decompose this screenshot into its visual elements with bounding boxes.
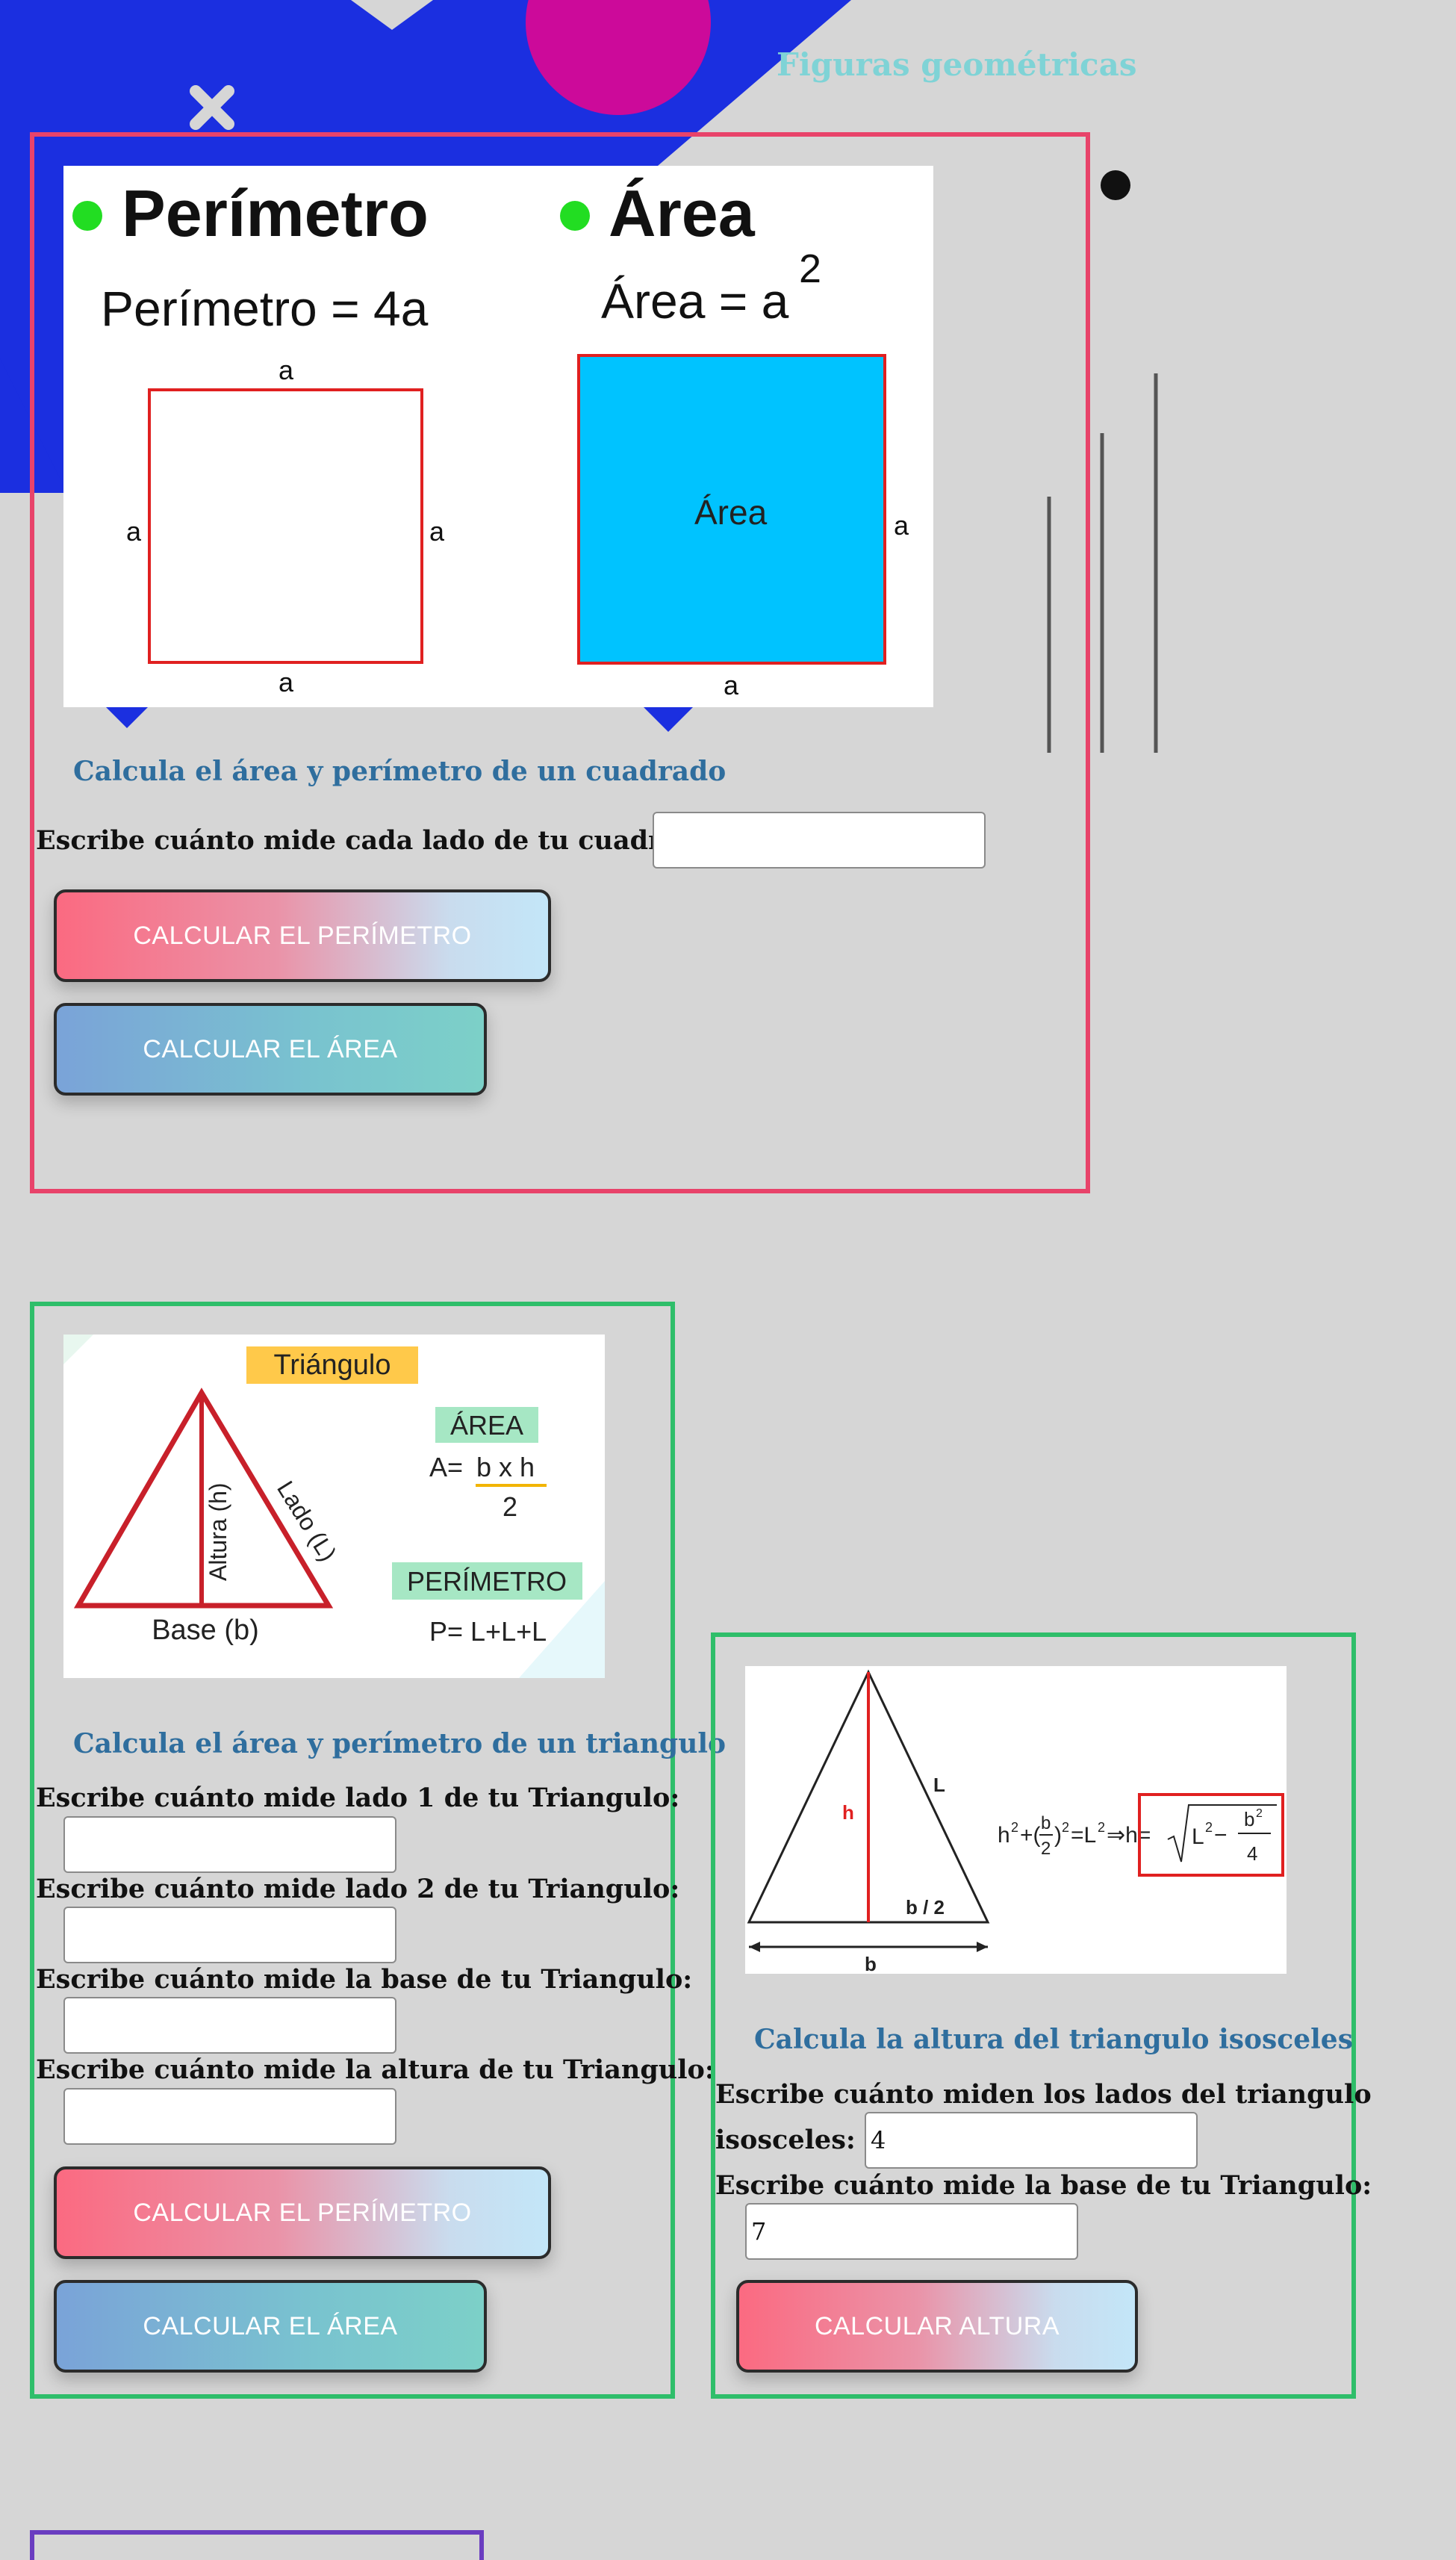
isosceles-calculate-height-button[interactable]: CALCULAR ALTURA — [736, 2280, 1138, 2373]
svg-text:L: L — [1192, 1824, 1204, 1849]
isosceles-section-heading: Calcula la altura del triangulo isoscele… — [754, 2024, 1353, 2055]
isosceles-base-input[interactable] — [745, 2203, 1078, 2260]
perimeter-heading: Perímetro — [122, 176, 429, 250]
isosceles-diagram: h L b / 2 b h 2 +( b 2 ) 2 =L 2 ⇒h= L 2 … — [747, 1669, 1284, 1974]
triangle-height-label: Escribe cuánto mide la altura de tu Tria… — [36, 2054, 715, 2085]
isosceles-l-label: L — [933, 1774, 945, 1796]
area-heading: Área — [609, 176, 756, 250]
page-title: Figuras geométricas — [777, 46, 1137, 83]
svg-text:h: h — [998, 1823, 1010, 1848]
triangle-calculate-perimeter-button[interactable]: CALCULAR EL PERÍMETRO — [54, 2166, 551, 2259]
triangle-base-label: Escribe cuánto mide la base de tu Triang… — [36, 1964, 693, 1995]
decor-corner-shape — [63, 1335, 93, 1364]
square-calculate-perimeter-button[interactable]: CALCULAR EL PERÍMETRO — [54, 889, 551, 982]
triangle-section-heading: Calcula el área y perímetro de un triang… — [73, 1728, 727, 1759]
black-dot-shape — [1101, 170, 1130, 200]
square-side-label: Escribe cuánto mide cada lado de tu cuad… — [36, 825, 724, 856]
area-formula: Área = a — [601, 273, 789, 329]
isosceles-half-base-label: b / 2 — [906, 1896, 945, 1919]
pythagoras-formula: h 2 +( b 2 ) 2 =L 2 ⇒h= — [998, 1813, 1151, 1859]
perimeter-tag-label: PERÍMETRO — [407, 1566, 567, 1597]
svg-text:2: 2 — [1256, 1807, 1263, 1820]
square-side-input[interactable] — [653, 812, 986, 869]
area-formula-denominator: 2 — [503, 1491, 517, 1522]
svg-text:2: 2 — [1011, 1820, 1018, 1835]
triangle-base-input[interactable] — [63, 1997, 396, 2054]
perimeter-square-shape — [148, 388, 423, 664]
isosceles-sides-label: Escribe cuánto miden los lados del trian… — [715, 2079, 1372, 2110]
arrow-left-icon — [749, 1942, 760, 1952]
triangle-base-label: Base (b) — [152, 1615, 259, 1646]
area-tag-label: ÁREA — [450, 1410, 523, 1441]
square-formula-image: Perímetro Área Perímetro = 4a Área = a 2… — [63, 166, 933, 707]
triangle-side2-label: Escribe cuánto mide lado 2 de tu Triangu… — [36, 1874, 680, 1904]
triangle-diagram: Triángulo Altura (h) Lado (L) Base (b) Á… — [63, 1335, 605, 1678]
triangle-height-input[interactable] — [63, 2088, 396, 2145]
svg-text:⇒h=: ⇒h= — [1107, 1823, 1151, 1848]
isosceles-base-label: Escribe cuánto mide la base de tu Triang… — [715, 2170, 1372, 2201]
area-formula-numerator: b x h — [476, 1452, 535, 1482]
cross-icon — [190, 85, 234, 130]
triangle-formula-image: Triángulo Altura (h) Lado (L) Base (b) Á… — [63, 1335, 605, 1678]
area-box-label: Área — [694, 493, 768, 532]
arrow-right-icon — [977, 1942, 988, 1952]
perimeter-formula: P= L+L+L — [429, 1616, 547, 1647]
side-label-bottom: a — [724, 670, 739, 700]
triangle-title: Triángulo — [273, 1349, 391, 1381]
side-label-right: a — [429, 516, 445, 547]
isosceles-base-label: b — [865, 1953, 877, 1974]
isosceles-h-label: h — [842, 1801, 854, 1824]
next-card — [30, 2530, 484, 2560]
side-label-left: a — [126, 516, 142, 547]
svg-text:2: 2 — [1041, 1839, 1051, 1859]
svg-text:−: − — [1214, 1823, 1228, 1848]
svg-text:2: 2 — [1062, 1820, 1069, 1835]
area-exponent: 2 — [799, 246, 821, 291]
green-bullet-icon — [560, 201, 590, 231]
isosceles-sides-input[interactable] — [865, 2112, 1198, 2169]
green-bullet-icon — [72, 201, 102, 231]
svg-text:b: b — [1041, 1813, 1051, 1833]
isosceles-sides-label-cont: isosceles: — [715, 2125, 856, 2155]
square-section-heading: Calcula el área y perímetro de un cuadra… — [73, 756, 727, 787]
svg-text:): ) — [1054, 1823, 1062, 1848]
magenta-circle-shape — [526, 0, 711, 115]
isosceles-formula-image: h L b / 2 b h 2 +( b 2 ) 2 =L 2 ⇒h= L 2 … — [745, 1666, 1287, 1974]
svg-text:=L: =L — [1071, 1823, 1096, 1848]
svg-text:2: 2 — [1098, 1820, 1105, 1835]
triangle-side1-input[interactable] — [63, 1816, 396, 1873]
triangle-altura-label: Altura (h) — [205, 1482, 231, 1581]
root-formula: L 2 − b 2 4 — [1167, 1804, 1277, 1865]
square-diagram: Perímetro Área Perímetro = 4a Área = a 2… — [72, 176, 909, 700]
side-label-top: a — [279, 355, 294, 385]
white-chevron-shape — [351, 0, 433, 30]
triangle-side2-input[interactable] — [63, 1907, 396, 1963]
area-formula-lhs: A= — [429, 1452, 463, 1482]
svg-text:+(: +( — [1020, 1823, 1041, 1848]
side-label-bottom: a — [279, 667, 294, 698]
triangle-lado-label: Lado (L) — [272, 1476, 342, 1566]
triangle-side1-label: Escribe cuánto mide lado 1 de tu Triangu… — [36, 1783, 680, 1813]
triangle-calculate-area-button[interactable]: CALCULAR EL ÁREA — [54, 2280, 487, 2373]
svg-text:4: 4 — [1247, 1842, 1257, 1865]
perimeter-formula: Perímetro = 4a — [101, 281, 429, 336]
square-calculate-area-button[interactable]: CALCULAR EL ÁREA — [54, 1003, 487, 1096]
side-label-right: a — [894, 510, 909, 541]
svg-text:b: b — [1244, 1808, 1254, 1830]
svg-text:2: 2 — [1205, 1820, 1213, 1835]
